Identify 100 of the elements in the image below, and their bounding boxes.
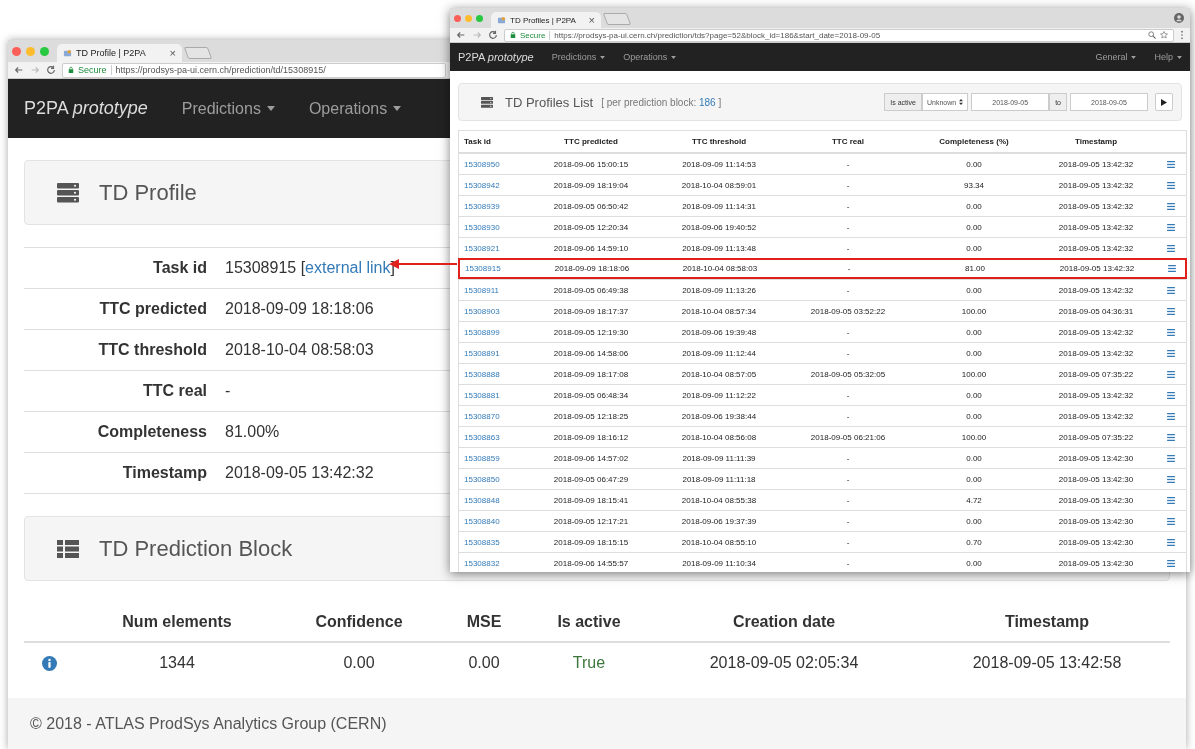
table-row[interactable]: 15308850 2018-09-05 06:47:29 2018-09-09 11:11:18 - 0.00 2018-09-05 13:42:30 [459, 468, 1186, 489]
task-link[interactable]: 15308840 [459, 516, 500, 526]
menu-icon[interactable] [1166, 454, 1175, 462]
table-row[interactable]: 15308911 2018-09-05 06:49:38 2018-09-09 11:13:26 - 0.00 2018-09-05 13:42:32 [459, 279, 1186, 300]
tab-close-button[interactable]: × [588, 14, 595, 26]
task-link[interactable]: 15308859 [459, 453, 500, 463]
nav-menu[interactable]: General [1095, 52, 1137, 62]
footer-text: © 2018 - ATLAS ProdSys Analytics Group (CERN) [30, 714, 387, 733]
menu-icon[interactable] [1166, 559, 1175, 567]
browser-tab[interactable]: TD Profiles | P2PA × [491, 12, 601, 28]
address-field[interactable]: Secure https://prodsys-pa-ui.cern.ch/prediction/tds?page=52&block_id=186&start_date=2018-09-05 [504, 28, 1174, 42]
menu-icon[interactable] [1166, 391, 1175, 399]
table-row[interactable]: 15308835 2018-09-09 18:15:15 2018-10-04 08:55:10 - 0.70 2018-09-05 13:42:30 [459, 531, 1186, 552]
menu-icon[interactable] [1166, 181, 1175, 189]
table-row[interactable]: 15308863 2018-09-09 18:16:12 2018-10-04 08:56:08 2018-09-05 06:21:06 100.00 2018-09-05 07:35:22 [459, 426, 1186, 447]
table-cell: True [572, 654, 606, 672]
brand-link[interactable]: P2PA prototype [24, 98, 148, 119]
task-link[interactable]: 15308899 [459, 327, 500, 337]
task-link[interactable]: 15308903 [459, 306, 500, 316]
table-row[interactable]: 15308921 2018-09-06 14:59:10 2018-09-09 11:13:48 - 0.00 2018-09-05 13:42:32 [459, 237, 1186, 258]
table-row[interactable]: 15308848 2018-09-09 18:15:41 2018-10-04 08:55:38 - 4.72 2018-09-05 13:42:30 [459, 489, 1186, 510]
table-cell: - [846, 327, 850, 337]
table-cell: 2018-09-09 11:12:22 [682, 390, 756, 400]
task-link[interactable]: 15308848 [459, 495, 500, 505]
table-row[interactable]: 15308903 2018-09-09 18:17:37 2018-10-04 08:57:34 2018-09-05 03:52:22 100.00 2018-09-05 04:36:31 [459, 300, 1186, 321]
task-link[interactable]: 15308930 [459, 222, 500, 232]
menu-icon[interactable] [1166, 370, 1175, 378]
menu-icon[interactable] [1167, 265, 1176, 272]
menu-icon[interactable] [1166, 223, 1175, 231]
task-link[interactable]: 15308832 [459, 558, 500, 568]
menu-icon[interactable] [1166, 160, 1175, 168]
table-row[interactable]: 15308859 2018-09-06 14:57:02 2018-09-09 11:11:39 - 0.00 2018-09-05 13:42:30 [459, 447, 1186, 468]
task-link[interactable]: 15308950 [459, 159, 500, 169]
table-row[interactable]: 15308832 2018-09-06 14:55:57 2018-09-09 11:10:34 - 0.00 2018-09-05 13:42:30 [459, 552, 1186, 572]
profile-icon[interactable] [1174, 13, 1184, 23]
table-row[interactable]: 15308942 2018-09-09 18:19:04 2018-10-04 08:59:01 - 93.34 2018-09-05 13:42:32 [459, 174, 1186, 195]
table-cell: 2018-09-09 11:10:34 [682, 558, 756, 568]
lock-icon [510, 31, 516, 39]
menu-icon[interactable] [1166, 517, 1175, 525]
nav-menu[interactable]: Operations [308, 99, 402, 118]
menu-icon[interactable] [1166, 286, 1175, 294]
menu-icon[interactable] [1166, 202, 1175, 210]
table-cell: 0.70 [966, 537, 982, 547]
task-link[interactable]: 15308850 [459, 474, 500, 484]
reload-icon[interactable] [46, 65, 56, 75]
table-cell: 2018-09-05 13:42:32 [1058, 327, 1134, 337]
task-link[interactable]: 15308835 [459, 537, 500, 547]
apply-button[interactable] [1155, 93, 1173, 111]
menu-icon[interactable] [1166, 538, 1175, 546]
task-link[interactable]: 15308921 [459, 243, 500, 253]
table-row[interactable]: 15308881 2018-09-05 06:48:34 2018-09-09 11:12:22 - 0.00 2018-09-05 13:42:32 [459, 384, 1186, 405]
table-row[interactable]: 15308840 2018-09-05 12:17:21 2018-09-06 19:37:39 - 0.00 2018-09-05 13:42:30 [459, 510, 1186, 531]
menu-icon[interactable] [1166, 433, 1175, 441]
star-icon[interactable] [1160, 31, 1168, 39]
menu-icon[interactable] [1166, 412, 1175, 420]
back-icon[interactable] [456, 30, 466, 40]
browser-tab[interactable]: TD Profile | P2PA × [57, 44, 182, 62]
task-link[interactable]: 15308888 [459, 369, 500, 379]
table-cell: 0.00 [966, 348, 982, 358]
menu-icon[interactable] [1166, 307, 1175, 315]
back-icon[interactable] [14, 65, 24, 75]
menu-icon[interactable] [1166, 496, 1175, 504]
info-icon[interactable] [42, 655, 57, 671]
menu-icon[interactable] [1166, 328, 1175, 336]
table-cell: 2018-09-05 13:42:30 [1058, 495, 1134, 505]
nav-menu[interactable]: Predictions [181, 99, 275, 118]
menu-icon[interactable] [1166, 244, 1175, 252]
zoom-icon[interactable] [1148, 31, 1156, 39]
table-row[interactable]: 15308930 2018-09-05 12:20:34 2018-09-06 19:40:52 - 0.00 2018-09-05 13:42:32 [459, 216, 1186, 237]
nav-menu[interactable]: Predictions [551, 52, 606, 62]
table-row[interactable]: 15308899 2018-09-05 12:19:30 2018-09-06 19:39:48 - 0.00 2018-09-05 13:42:32 [459, 321, 1186, 342]
address-field[interactable]: Secure https://prodsys-pa-ui.cern.ch/prediction/td/15308915/ [62, 62, 446, 78]
table-row[interactable]: 15308891 2018-09-06 14:58:06 2018-09-09 11:12:44 - 0.00 2018-09-05 13:42:32 [459, 342, 1186, 363]
play-icon [1161, 98, 1167, 106]
table-row[interactable]: 15308950 2018-09-06 15:00:15 2018-09-09 11:14:53 - 0.00 2018-09-05 13:42:32 [459, 153, 1186, 174]
nav-menu[interactable]: Operations [623, 52, 677, 62]
task-link[interactable]: 15308870 [459, 411, 500, 421]
external-link[interactable]: external link [305, 259, 391, 276]
block-link[interactable]: 186 [698, 96, 716, 108]
tab-close-button[interactable]: × [169, 47, 176, 59]
table-row[interactable]: 15308939 2018-09-05 06:50:42 2018-09-09 11:14:31 - 0.00 2018-09-05 13:42:32 [459, 195, 1186, 216]
table-cell: 4.72 [966, 495, 982, 505]
task-link[interactable]: 15308863 [459, 432, 500, 442]
task-link[interactable]: 15308891 [459, 348, 500, 358]
task-link[interactable]: 15308911 [459, 285, 499, 295]
menu-icon[interactable] [1166, 349, 1175, 357]
task-link[interactable]: 15308939 [459, 201, 500, 211]
task-link[interactable]: 15308942 [459, 180, 500, 190]
table-cell: 81.00 [965, 264, 985, 273]
brand-link[interactable]: P2PA prototype [458, 51, 534, 63]
task-link[interactable]: 15308915 [460, 264, 501, 273]
task-link[interactable]: 15308881 [459, 390, 500, 400]
menu-icon[interactable] [1166, 475, 1175, 483]
table-row[interactable]: 15308888 2018-09-09 18:17:08 2018-10-04 08:57:05 2018-09-05 05:32:05 100.00 2018-09-05 07:35:22 [459, 363, 1186, 384]
table-cell: 2018-09-05 06:48:34 [553, 390, 629, 400]
menu-icon[interactable] [1180, 30, 1184, 40]
table-row[interactable]: 15308870 2018-09-05 12:18:25 2018-09-06 19:38:44 - 0.00 2018-09-05 13:42:32 [459, 405, 1186, 426]
table-row[interactable]: 15308915 2018-09-09 18:18:06 2018-10-04 08:58:03 - 81.00 2018-09-05 13:42:32 [458, 258, 1187, 279]
reload-icon[interactable] [488, 30, 498, 40]
nav-menu[interactable]: Help [1154, 52, 1182, 62]
